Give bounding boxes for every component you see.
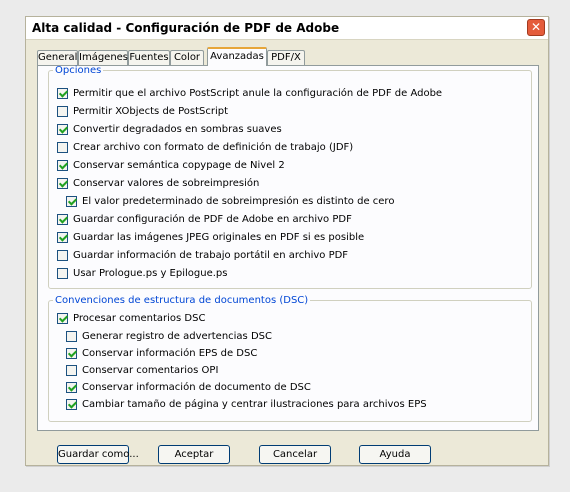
- opciones-checkbox-label: Conservar valores de sobreimpresión: [73, 177, 260, 189]
- tab-imagenes[interactable]: Imágenes: [78, 50, 128, 65]
- dsc-checkbox-label: Cambiar tamaño de página y centrar ilust…: [82, 398, 427, 410]
- opciones-checkbox-row[interactable]: Conservar valores de sobreimpresión: [57, 176, 259, 190]
- tab-general[interactable]: General: [37, 50, 78, 65]
- dsc-checkbox[interactable]: [66, 347, 77, 359]
- opciones-checkbox-label: Guardar las imágenes JPEG originales en …: [73, 231, 365, 243]
- opciones-checkbox[interactable]: [57, 87, 68, 99]
- pdf-settings-dialog: Alta calidad - Configuración de PDF de A…: [25, 16, 549, 466]
- opciones-checkbox-row[interactable]: Guardar información de trabajo portátil …: [57, 248, 348, 262]
- dsc-checkbox[interactable]: [66, 330, 77, 342]
- opciones-checkbox-label: Guardar información de trabajo portátil …: [73, 249, 349, 261]
- dsc-checkbox-label: Conservar comentarios OPI: [82, 364, 219, 376]
- dsc-checkbox[interactable]: [57, 312, 68, 324]
- opciones-checkbox-row[interactable]: Permitir que el archivo PostScript anule…: [57, 86, 442, 100]
- opciones-checkbox-label: Crear archivo con formato de definición …: [73, 141, 354, 153]
- ok-button[interactable]: Aceptar: [158, 445, 230, 464]
- opciones-checkbox-label: Usar Prologue.ps y Epilogue.ps: [73, 267, 228, 279]
- save-as-button[interactable]: Guardar como...: [57, 445, 139, 464]
- opciones-checkbox-label: Permitir que el archivo PostScript anule…: [73, 87, 443, 99]
- help-button[interactable]: Ayuda: [359, 445, 431, 464]
- close-icon[interactable]: ✕: [527, 19, 545, 36]
- tab-color[interactable]: Color: [170, 50, 204, 65]
- tab-fuentes[interactable]: Fuentes: [128, 50, 170, 65]
- opciones-checkbox[interactable]: [57, 123, 68, 135]
- dsc-checkbox[interactable]: [66, 364, 77, 376]
- opciones-checkbox-row[interactable]: Guardar las imágenes JPEG originales en …: [57, 230, 364, 244]
- dsc-checkbox-label: Procesar comentarios DSC: [73, 312, 206, 324]
- dsc-checkbox-row[interactable]: Conservar información de documento de DS…: [66, 380, 311, 394]
- opciones-checkbox[interactable]: [57, 267, 68, 279]
- dsc-checkbox[interactable]: [66, 398, 77, 410]
- opciones-checkbox-row[interactable]: Crear archivo con formato de definición …: [57, 140, 353, 154]
- opciones-checkbox[interactable]: [57, 159, 68, 171]
- opciones-checkbox[interactable]: [57, 249, 68, 261]
- opciones-checkbox-row[interactable]: Convertir degradados en sombras suaves: [57, 122, 282, 136]
- opciones-group-title: Opciones: [55, 65, 102, 76]
- opciones-checkbox[interactable]: [66, 195, 77, 207]
- opciones-checkbox-label: El valor predeterminado de sobreimpresió…: [82, 195, 395, 207]
- tab-avanzadas[interactable]: Avanzadas: [207, 47, 267, 66]
- dsc-checkbox-label: Generar registro de advertencias DSC: [82, 330, 272, 342]
- opciones-checkbox-row[interactable]: Guardar configuración de PDF de Adobe en…: [57, 212, 352, 226]
- opciones-checkbox-label: Conservar semántica copypage de Nivel 2: [73, 159, 285, 171]
- dsc-checkbox-row[interactable]: Conservar comentarios OPI: [66, 363, 218, 377]
- opciones-checkbox[interactable]: [57, 231, 68, 243]
- opciones-checkbox-label: Permitir XObjects de PostScript: [73, 105, 229, 117]
- opciones-checkbox-row[interactable]: Usar Prologue.ps y Epilogue.ps: [57, 266, 227, 280]
- opciones-checkbox-label: Convertir degradados en sombras suaves: [73, 123, 282, 135]
- advanced-panel: Opciones Convenciones de estructura de d…: [37, 65, 539, 431]
- dsc-checkbox-row[interactable]: Cambiar tamaño de página y centrar ilust…: [66, 397, 427, 411]
- dsc-group-title: Convenciones de estructura de documentos…: [55, 295, 309, 306]
- title-bar[interactable]: Alta calidad - Configuración de PDF de A…: [26, 17, 548, 40]
- dsc-checkbox-label: Conservar información EPS de DSC: [82, 347, 258, 359]
- opciones-checkbox-row[interactable]: Conservar semántica copypage de Nivel 2: [57, 158, 285, 172]
- dsc-checkbox-row[interactable]: Conservar información EPS de DSC: [66, 346, 257, 360]
- dsc-checkbox-row[interactable]: Generar registro de advertencias DSC: [66, 329, 272, 343]
- window-title: Alta calidad - Configuración de PDF de A…: [32, 21, 340, 35]
- opciones-checkbox[interactable]: [57, 177, 68, 189]
- opciones-checkbox-row[interactable]: El valor predeterminado de sobreimpresió…: [66, 194, 394, 208]
- tab-pdfx[interactable]: PDF/X: [267, 50, 305, 65]
- opciones-checkbox-row[interactable]: Permitir XObjects de PostScript: [57, 104, 228, 118]
- opciones-checkbox[interactable]: [57, 213, 68, 225]
- dsc-checkbox-row[interactable]: Procesar comentarios DSC: [57, 311, 205, 325]
- dsc-checkbox[interactable]: [66, 381, 77, 393]
- cancel-button[interactable]: Cancelar: [259, 445, 331, 464]
- opciones-checkbox-label: Guardar configuración de PDF de Adobe en…: [73, 213, 352, 225]
- dsc-checkbox-label: Conservar información de documento de DS…: [82, 381, 311, 393]
- opciones-checkbox[interactable]: [57, 105, 68, 117]
- opciones-checkbox[interactable]: [57, 141, 68, 153]
